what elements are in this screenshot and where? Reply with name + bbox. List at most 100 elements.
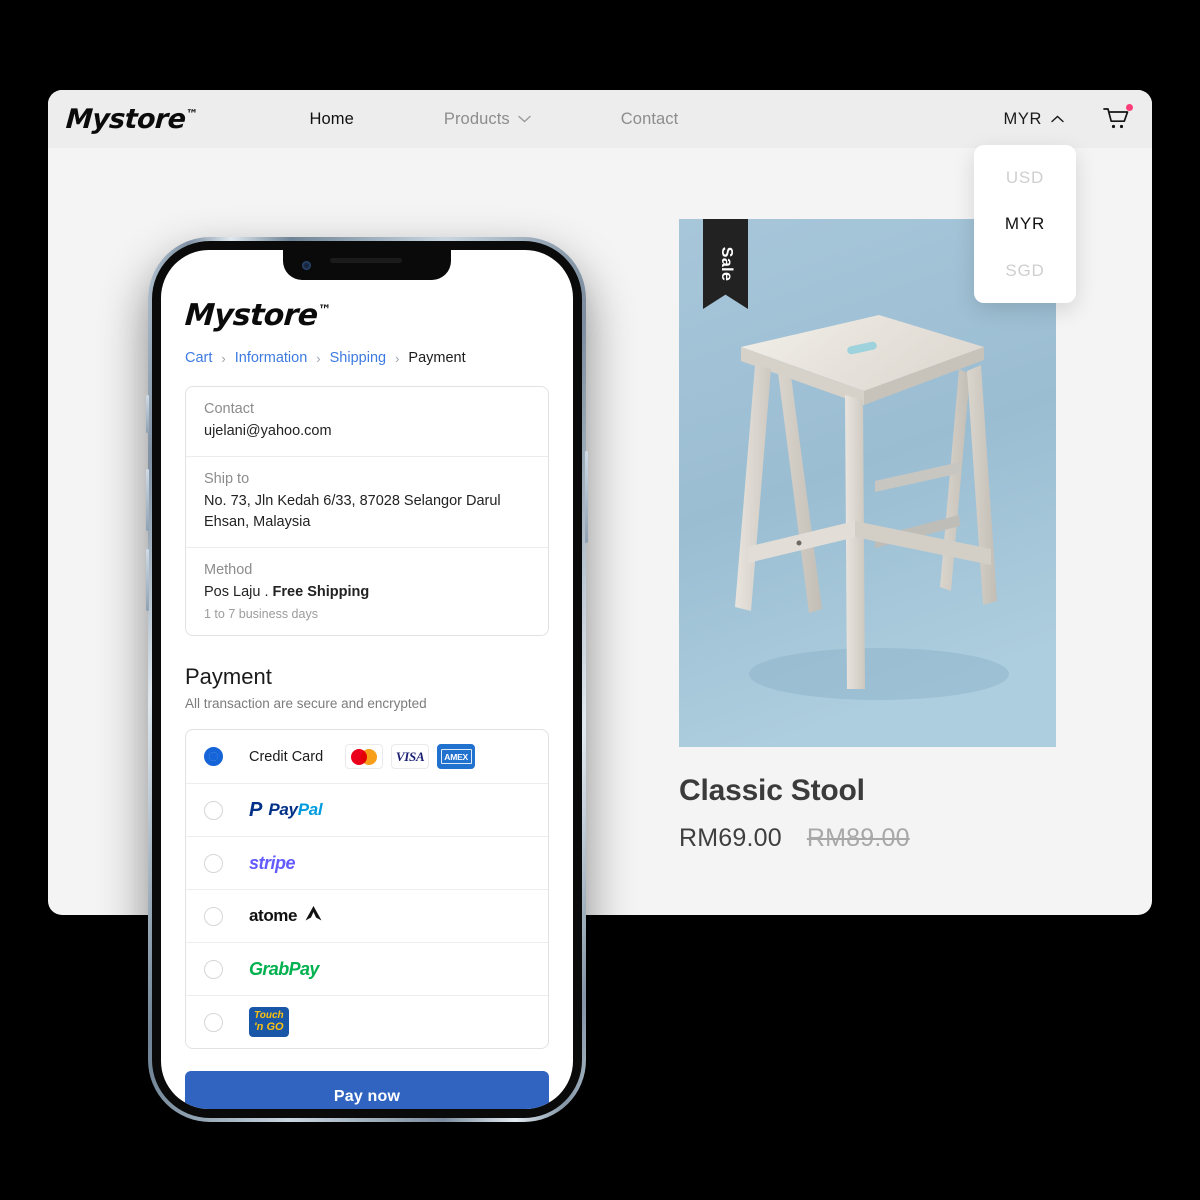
breadcrumb-information[interactable]: Information xyxy=(235,350,308,366)
atome-logo: atome xyxy=(249,905,323,927)
checkout-logo-tm: ™ xyxy=(317,303,332,318)
payment-subheading: All transaction are secure and encrypted xyxy=(185,696,427,712)
currency-option-sgd[interactable]: SGD xyxy=(1005,262,1044,279)
product-price-row: RM69.00 RM89.00 xyxy=(679,824,1056,853)
phone-screen: Mystore™ Cart › Information › Shipping ›… xyxy=(161,250,573,1109)
phone-notch xyxy=(283,250,451,280)
paypal-wordmark-b: Pal xyxy=(297,800,323,820)
payment-heading: Payment xyxy=(185,664,272,690)
site-logo-tm: ™ xyxy=(185,106,199,121)
radio-touch-n-go[interactable] xyxy=(204,1012,223,1032)
phone-volume-up-button xyxy=(146,469,149,531)
ship-to-value: No. 73, Jln Kedah 6/33, 87028 Selangor D… xyxy=(204,493,501,531)
nav-item-contact-label: Contact xyxy=(620,109,679,128)
currency-dropdown-menu: USD MYR SGD xyxy=(974,145,1076,303)
breadcrumb-separator: › xyxy=(221,350,226,366)
shopping-cart-icon xyxy=(1102,108,1132,136)
front-camera-icon xyxy=(302,261,311,270)
breadcrumb-cart[interactable]: Cart xyxy=(185,350,212,366)
payment-method-grabpay[interactable]: GrabPay xyxy=(186,942,548,995)
paypal-logo: P PayPal xyxy=(249,799,323,822)
site-header: Mystore™ Home Products Contact MYR xyxy=(48,90,1152,148)
touch-n-go-logo: Touch 'n GO xyxy=(249,1007,289,1038)
atome-wordmark: atome xyxy=(249,906,298,926)
visa-icon: VISA xyxy=(391,744,430,770)
currency-selector[interactable]: MYR xyxy=(1004,110,1064,129)
touch-n-go-line1: Touch xyxy=(254,1010,284,1022)
contact-label: Contact xyxy=(204,401,254,417)
phone-mockup: Mystore™ Cart › Information › Shipping ›… xyxy=(146,237,588,1122)
breadcrumb: Cart › Information › Shipping › Payment xyxy=(185,350,549,366)
site-logo[interactable]: Mystore™ xyxy=(65,104,199,135)
nav-item-contact[interactable]: Contact xyxy=(621,110,679,129)
touch-n-go-line2: 'n GO xyxy=(254,1021,284,1034)
chevron-down-icon xyxy=(518,115,531,123)
product-card: Sale Classic Stool RM69.00 RM89.00 xyxy=(679,219,1056,853)
radio-stripe[interactable] xyxy=(204,853,223,873)
checkout-logo[interactable]: Mystore™ xyxy=(184,298,332,333)
checkout-page: Mystore™ Cart › Information › Shipping ›… xyxy=(161,250,573,1109)
summary-row-method: Method Pos Laju . Free Shipping 1 to 7 b… xyxy=(186,547,548,635)
product-price-original: RM89.00 xyxy=(806,824,910,852)
site-logo-text: Mystore xyxy=(64,103,187,135)
breadcrumb-payment: Payment xyxy=(408,350,466,366)
paypal-wordmark-a: Pay xyxy=(268,800,298,820)
phone-volume-down-button xyxy=(146,549,149,611)
pay-now-button[interactable]: Pay now xyxy=(185,1071,549,1109)
amex-label: AMEX xyxy=(440,749,472,765)
product-title: Classic Stool xyxy=(679,774,865,807)
cart-button[interactable] xyxy=(1102,104,1133,132)
payment-method-paypal[interactable]: P PayPal xyxy=(186,783,548,836)
currency-selected-label: MYR xyxy=(1003,109,1042,128)
visa-label: VISA xyxy=(395,748,425,764)
nav-item-home-label: Home xyxy=(309,109,354,128)
radio-atome[interactable] xyxy=(204,906,223,926)
stripe-logo: stripe xyxy=(249,852,296,873)
method-eta: 1 to 7 business days xyxy=(204,607,318,622)
nav-item-products[interactable]: Products xyxy=(444,110,531,129)
header-actions: MYR xyxy=(1004,90,1133,148)
cart-badge-dot xyxy=(1126,104,1133,111)
chevron-up-icon xyxy=(1051,115,1064,123)
nav-item-home[interactable]: Home xyxy=(309,110,353,129)
radio-grabpay[interactable] xyxy=(204,959,223,979)
credit-card-label: Credit Card xyxy=(249,748,324,765)
mastercard-icon xyxy=(345,744,384,770)
currency-option-usd[interactable]: USD xyxy=(1006,169,1044,186)
order-summary-box: Contact ujelani@yahoo.com Ship to No. 73… xyxy=(185,386,549,637)
earpiece-speaker xyxy=(330,258,402,263)
breadcrumb-separator: › xyxy=(316,350,321,366)
method-label: Method xyxy=(204,562,253,579)
method-value: Pos Laju . Free Shipping xyxy=(204,582,530,603)
atome-mark-icon xyxy=(304,905,323,927)
radio-paypal[interactable] xyxy=(204,800,223,820)
product-price-current: RM69.00 xyxy=(679,824,782,852)
ship-to-label: Ship to xyxy=(204,471,250,488)
screenshot-stage: Mystore™ Home Products Contact MYR USD M… xyxy=(0,0,1200,1200)
currency-option-myr[interactable]: MYR xyxy=(1005,215,1045,232)
accepted-card-logos: VISA AMEX xyxy=(345,744,476,770)
summary-row-ship-to: Ship to No. 73, Jln Kedah 6/33, 87028 Se… xyxy=(186,456,548,547)
contact-value: ujelani@yahoo.com xyxy=(204,423,332,439)
phone-mute-switch xyxy=(146,395,149,433)
sale-badge-label: Sale xyxy=(717,246,735,282)
phone-power-button xyxy=(585,451,588,543)
radio-credit-card[interactable] xyxy=(204,747,223,767)
method-carrier: Pos Laju . xyxy=(204,584,269,601)
checkout-logo-text: Mystore xyxy=(183,298,319,333)
grabpay-logo: GrabPay xyxy=(249,958,319,979)
payment-method-touch-n-go[interactable]: Touch 'n GO xyxy=(186,995,548,1048)
payment-method-stripe[interactable]: stripe xyxy=(186,836,548,889)
main-nav: Home Products Contact xyxy=(309,110,768,129)
payment-method-atome[interactable]: atome xyxy=(186,889,548,942)
paypal-p-icon: P xyxy=(249,799,263,822)
breadcrumb-shipping[interactable]: Shipping xyxy=(330,350,386,366)
nav-item-products-label: Products xyxy=(443,109,510,128)
method-price: Free Shipping xyxy=(272,584,370,601)
summary-row-contact: Contact ujelani@yahoo.com xyxy=(186,387,548,456)
breadcrumb-separator: › xyxy=(395,350,400,366)
amex-icon: AMEX xyxy=(437,744,476,770)
paypal-wordmark: PayPal xyxy=(268,800,322,820)
payment-methods-list: Credit Card VISA AMEX P PayPal stripe at… xyxy=(185,729,549,1050)
payment-method-credit-card[interactable]: Credit Card VISA AMEX xyxy=(186,730,548,783)
